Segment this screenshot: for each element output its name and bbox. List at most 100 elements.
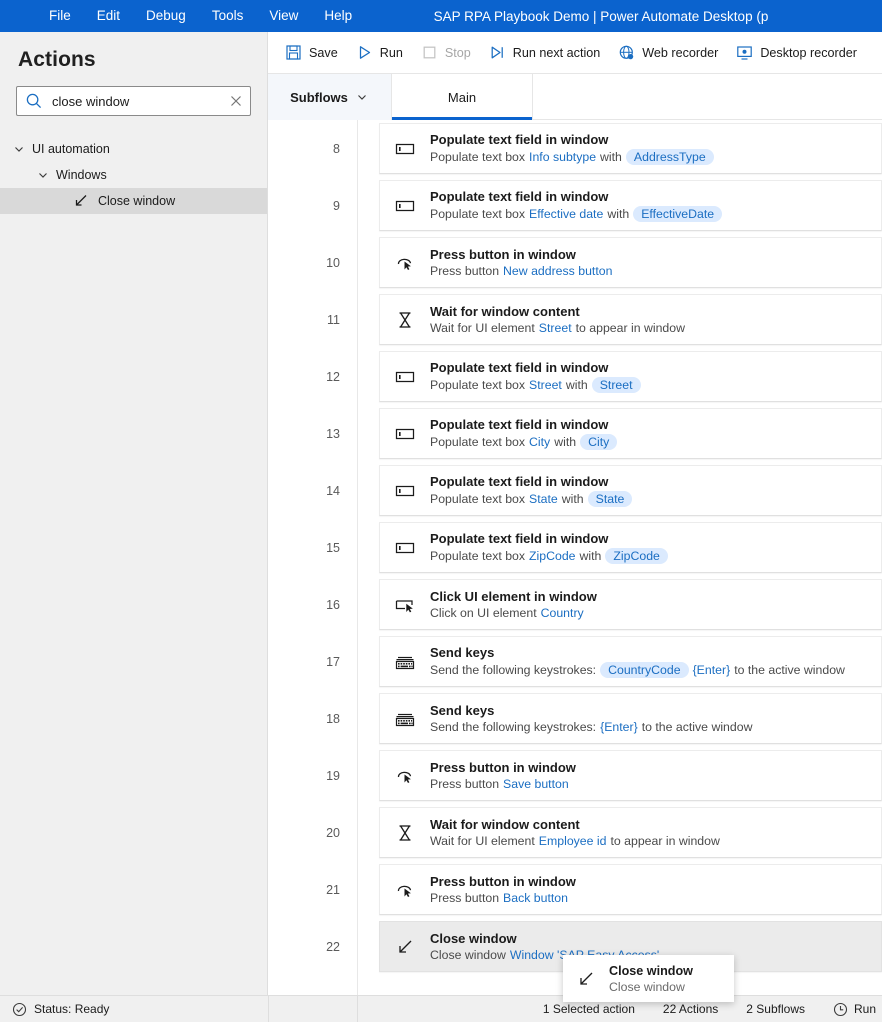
drag-ghost-title: Close window	[609, 963, 693, 978]
run-next-action-button[interactable]: Run next action	[480, 38, 610, 68]
action-row-number: 12	[326, 369, 340, 384]
action-row[interactable]: 13 Populate text field in window Populate …	[268, 405, 882, 462]
action-card[interactable]: Populate text field in window Populate te…	[379, 408, 882, 459]
menu-item-file[interactable]: File	[36, 0, 84, 32]
action-title: Populate text field in window	[430, 188, 609, 204]
action-description: Send the following keystrokes: {Enter} to …	[430, 720, 752, 734]
menu-item-tools[interactable]: Tools	[199, 0, 257, 32]
menu-item-help[interactable]: Help	[311, 0, 365, 32]
action-card[interactable]: Populate text field in window Populate te…	[379, 465, 882, 516]
web-recorder-button[interactable]: Web recorder	[609, 38, 727, 68]
action-title: Click UI element in window	[430, 589, 597, 604]
action-desc-prefix: Close window	[430, 948, 506, 962]
action-card[interactable]: Populate text field in window Populate te…	[379, 351, 882, 402]
action-title: Populate text field in window	[430, 416, 609, 432]
action-text: Populate text field in window Populate te…	[430, 132, 714, 166]
desktop-recorder-button[interactable]: Desktop recorder	[727, 38, 866, 68]
action-row[interactable]: 21 Press button in window Press button Back…	[268, 861, 882, 918]
action-card[interactable]: Populate text field in window Populate te…	[379, 180, 882, 231]
action-row[interactable]: 15 Populate text field in window Populate …	[268, 519, 882, 576]
search-icon	[25, 92, 43, 110]
menu-bar: File Edit Debug Tools View Help	[0, 0, 365, 32]
chevron-down-icon	[355, 90, 369, 104]
action-card[interactable]: Wait for window content Wait for UI eleme…	[379, 807, 882, 858]
textbox-icon	[394, 480, 416, 502]
tab-subflows[interactable]: Subflows	[268, 74, 392, 120]
tree-group-windows[interactable]: Windows	[0, 162, 267, 188]
action-card[interactable]: Press button in window Press button Back b…	[379, 864, 882, 915]
run-button-label: Run	[379, 45, 403, 60]
action-card[interactable]: Send keys Send the following keystrokes:{…	[379, 693, 882, 744]
action-title: Wait for window content	[430, 304, 580, 319]
action-title: Press button in window	[430, 760, 576, 775]
action-row[interactable]: 17 Send keys Send the following keystrokes…	[268, 633, 882, 690]
save-button[interactable]: Save	[276, 38, 347, 68]
save-button-label: Save	[309, 45, 338, 60]
action-title: Populate text field in window	[430, 359, 609, 375]
action-row[interactable]: 9 Populate text field in window Populate t…	[268, 177, 882, 234]
action-row-number: 21	[326, 882, 340, 897]
action-title: Send keys	[430, 703, 495, 718]
hourglass-icon	[394, 309, 416, 331]
press-button-icon	[394, 252, 416, 274]
chevron-down-icon	[36, 168, 50, 182]
web-recorder-label: Web recorder	[642, 45, 719, 60]
action-row[interactable]: 16 Click UI element in window Click on UI …	[268, 576, 882, 633]
action-title: Close window	[430, 931, 517, 946]
tree-group-label: UI automation	[32, 142, 110, 156]
search-input[interactable]	[43, 93, 228, 109]
action-row[interactable]: 11 Wait for window content Wait for UI ele…	[268, 291, 882, 348]
action-desc-target-link: {Enter}	[600, 720, 638, 734]
menu-item-debug[interactable]: Debug	[133, 0, 199, 32]
actions-search-box[interactable]	[16, 86, 251, 116]
action-card[interactable]: Press button in window Press button Save b…	[379, 750, 882, 801]
action-desc-target-link: State	[529, 491, 558, 506]
action-desc-suffix: with	[554, 434, 577, 449]
action-card[interactable]: Send keys Send the following keystrokes: C…	[379, 636, 882, 687]
action-text: Wait for window content Wait for UI eleme…	[430, 304, 685, 335]
actions-tree: UI automation Windows Close window	[0, 136, 267, 214]
action-card[interactable]: Populate text field in window Populate te…	[379, 522, 882, 573]
flow-canvas[interactable]: 8 Populate text field in window Populate t…	[268, 120, 882, 995]
action-row[interactable]: 10 Press button in window Press button New …	[268, 234, 882, 291]
close-icon[interactable]	[228, 93, 244, 109]
menu-item-edit[interactable]: Edit	[84, 0, 133, 32]
status-bar: Status: Ready 1 Selected action 22 Actio…	[0, 995, 882, 1022]
action-description: Press button Save button	[430, 777, 576, 791]
action-row[interactable]: 18 Send keys Send the following keystrokes…	[268, 690, 882, 747]
action-desc-suffix: with	[579, 548, 602, 563]
action-desc-suffix: with	[607, 206, 630, 221]
action-text: Populate text field in window Populate te…	[430, 474, 633, 508]
action-desc-suffix: with	[565, 377, 588, 392]
action-title: Press button in window	[430, 874, 576, 889]
action-card[interactable]: Populate text field in window Populate te…	[379, 123, 882, 174]
action-row[interactable]: 14 Populate text field in window Populate …	[268, 462, 882, 519]
menu-item-view[interactable]: View	[256, 0, 311, 32]
action-text: Wait for window content Wait for UI eleme…	[430, 817, 720, 848]
tree-group-ui-automation[interactable]: UI automation	[0, 136, 267, 162]
drag-ghost-desc: Close window	[609, 979, 685, 994]
action-description: Populate text box State with State	[430, 490, 633, 508]
subflows-count: 2 Subflows	[746, 1002, 805, 1016]
action-row[interactable]: 19 Press button in window Press button Save…	[268, 747, 882, 804]
action-row-number: 10	[326, 255, 340, 270]
tree-item-close-window[interactable]: Close window	[0, 188, 267, 214]
action-row[interactable]: 8 Populate text field in window Populate t…	[268, 120, 882, 177]
actions-panel: Actions UI automation	[0, 32, 268, 995]
globe-icon	[618, 44, 635, 61]
action-card[interactable]: Wait for window content Wait for UI eleme…	[379, 294, 882, 345]
action-text: Press button in window Press button Back b…	[430, 874, 576, 905]
action-row[interactable]: 20 Wait for window content Wait for UI ele…	[268, 804, 882, 861]
run-button[interactable]: Run	[347, 38, 412, 68]
action-row-number: 19	[326, 768, 340, 783]
action-card[interactable]: Click UI element in window Click on UI el…	[379, 579, 882, 630]
tab-main[interactable]: Main	[392, 74, 533, 120]
step-over-icon	[489, 44, 506, 61]
action-title: Wait for window content	[430, 817, 580, 832]
action-desc-prefix: Send the following keystrokes:	[430, 720, 597, 734]
action-variable-chip: EffectiveDate	[633, 205, 723, 223]
textbox-icon	[394, 195, 416, 217]
action-card[interactable]: Press button in window Press button New ad…	[379, 237, 882, 288]
action-desc-suffix: to the active window	[641, 720, 753, 734]
action-row[interactable]: 12 Populate text field in window Populate …	[268, 348, 882, 405]
